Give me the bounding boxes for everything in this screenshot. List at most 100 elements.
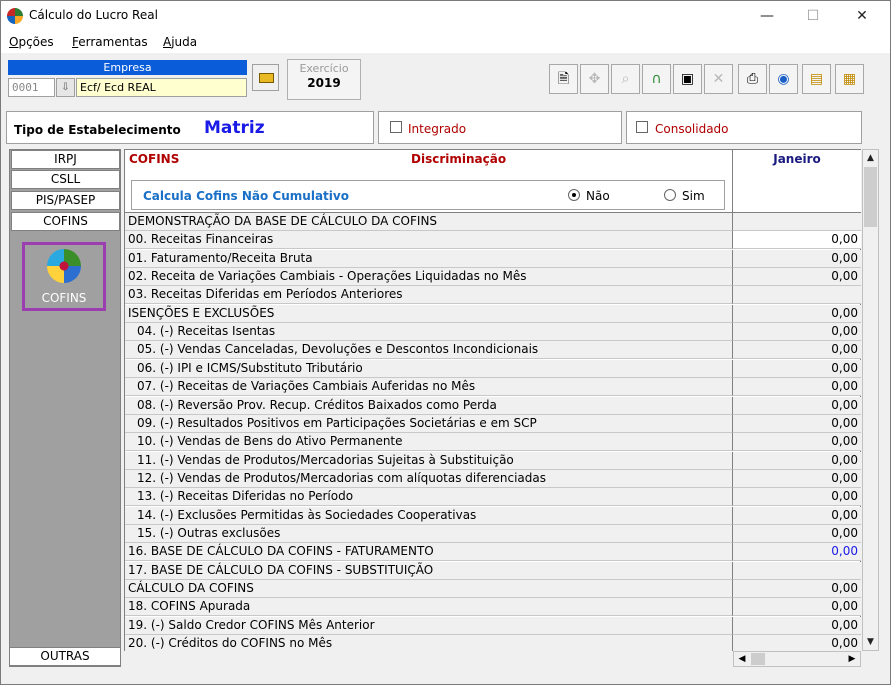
- row-value-janeiro[interactable]: 0,00: [732, 543, 861, 562]
- vertical-scroll-thumb[interactable]: [864, 167, 877, 227]
- title-bar: Cálculo do Lucro Real — ☐ ✕: [1, 1, 890, 31]
- settings-button[interactable]: ✥: [580, 64, 609, 94]
- table-row: 04. (-) Receitas Isentas 0,00: [125, 323, 861, 342]
- row-value-janeiro[interactable]: 0,00: [732, 341, 861, 360]
- row-label: DEMONSTRAÇÃO DA BASE DE CÁLCULO DA COFIN…: [125, 213, 732, 231]
- row-value-janeiro[interactable]: 0,00: [732, 359, 861, 378]
- empresa-lookup-button[interactable]: ⇩: [56, 78, 75, 97]
- table-row: 16. BASE DE CÁLCULO DA COFINS - FATURAME…: [125, 543, 861, 562]
- menu-bar: Opções Ferramentas Ajuda: [1, 31, 890, 53]
- consolidado-checkbox[interactable]: [636, 121, 648, 133]
- open-folder-button[interactable]: [252, 64, 279, 91]
- row-label: 14. (-) Exclusões Permitidas às Sociedad…: [125, 506, 732, 525]
- row-value-janeiro[interactable]: 0,00: [732, 378, 861, 397]
- integrado-checkbox[interactable]: [390, 121, 402, 133]
- scroll-down-icon[interactable]: ▼: [863, 634, 878, 650]
- tab-outras[interactable]: OUTRAS: [9, 647, 121, 666]
- row-label: 12. (-) Vendas de Produtos/Mercadorias c…: [125, 469, 732, 488]
- exercicio-label: Exercício: [299, 62, 349, 75]
- row-label: 03. Receitas Diferidas em Períodos Anter…: [125, 286, 732, 305]
- horizontal-scrollbar[interactable]: ◀ ▶: [733, 651, 861, 667]
- export-button[interactable]: ◉: [769, 64, 798, 94]
- row-value-janeiro[interactable]: 0,00: [732, 451, 861, 470]
- row-value-janeiro[interactable]: 0,00: [732, 580, 861, 598]
- row-label: 05. (-) Vendas Canceladas, Devoluções e …: [125, 341, 732, 360]
- tab-pis-pasep[interactable]: PIS/PASEP: [11, 191, 120, 210]
- table-row: 05. (-) Vendas Canceladas, Devoluções e …: [125, 341, 861, 360]
- consolidado-label[interactable]: Consolidado: [655, 122, 729, 136]
- table-row: 02. Receita de Variações Cambiais - Oper…: [125, 268, 861, 287]
- table-row: DEMONSTRAÇÃO DA BASE DE CÁLCULO DA COFIN…: [125, 213, 861, 231]
- row-label: 02. Receita de Variações Cambiais - Oper…: [125, 268, 732, 287]
- cofins-side-button[interactable]: COFINS: [22, 242, 106, 311]
- radio-nao[interactable]: [568, 189, 580, 201]
- maximize-button[interactable]: ☐: [790, 1, 836, 31]
- row-value-janeiro[interactable]: [732, 561, 861, 580]
- globe-icon: [47, 249, 81, 283]
- table-row: 12. (-) Vendas de Produtos/Mercadorias c…: [125, 469, 861, 488]
- minimize-button[interactable]: —: [744, 1, 790, 31]
- table-row: 13. (-) Receitas Diferidas no Período 0,0…: [125, 488, 861, 507]
- tab-csll[interactable]: CSLL: [11, 170, 120, 189]
- empresa-header: Empresa: [8, 60, 247, 75]
- row-label: 18. COFINS Apurada: [125, 598, 732, 617]
- estabelecimento-panel: Tipo de Estabelecimento Matriz: [6, 111, 374, 144]
- exercicio-value[interactable]: 2019: [288, 76, 360, 90]
- radio-sim[interactable]: [664, 189, 676, 201]
- search-button[interactable]: ⌕: [611, 64, 640, 94]
- print-icon: ⎙: [746, 71, 759, 87]
- row-label: CÁLCULO DA COFINS: [125, 580, 732, 598]
- integrado-label[interactable]: Integrado: [408, 122, 466, 136]
- row-value-janeiro[interactable]: 0,00: [732, 506, 861, 525]
- row-value-janeiro[interactable]: 0,00: [732, 414, 861, 433]
- empresa-code-field[interactable]: 0001: [8, 78, 55, 97]
- lock-button[interactable]: ∩: [642, 64, 671, 94]
- print-button[interactable]: ⎙: [738, 64, 767, 94]
- report-icon: ▦: [842, 71, 857, 87]
- radio-sim-label[interactable]: Sim: [682, 189, 705, 203]
- row-value-janeiro[interactable]: 0,00: [732, 433, 861, 452]
- row-label: ISENÇÕES E EXCLUSÕES: [125, 304, 732, 323]
- scroll-left-icon[interactable]: ◀: [734, 652, 750, 666]
- row-value-janeiro[interactable]: 0,00: [732, 598, 861, 617]
- row-value-janeiro[interactable]: [732, 213, 861, 231]
- menu-ajuda[interactable]: Ajuda: [163, 35, 197, 49]
- close-button[interactable]: ✕: [839, 1, 885, 31]
- row-value-janeiro[interactable]: 0,00: [732, 469, 861, 488]
- save-icon: ▣: [680, 71, 695, 87]
- row-value-janeiro[interactable]: 0,00: [732, 396, 861, 415]
- table-row: 09. (-) Resultados Positivos em Particip…: [125, 414, 861, 433]
- save-button[interactable]: ▣: [673, 64, 702, 94]
- row-value-janeiro[interactable]: 0,00: [732, 304, 861, 323]
- grid-key-header: COFINS: [129, 152, 180, 166]
- empresa-name-field[interactable]: Ecf/ Ecd REAL: [76, 78, 247, 97]
- row-value-janeiro[interactable]: 0,00: [732, 231, 861, 250]
- delete-button[interactable]: ✕: [704, 64, 733, 94]
- row-value-janeiro[interactable]: 0,00: [732, 616, 861, 635]
- menu-ferramentas[interactable]: Ferramentas: [72, 35, 148, 49]
- row-value-janeiro[interactable]: [732, 286, 861, 305]
- horizontal-scroll-thumb[interactable]: [751, 653, 765, 665]
- row-value-janeiro[interactable]: 0,00: [732, 488, 861, 507]
- table-row: 15. (-) Outras exclusões 0,00: [125, 524, 861, 543]
- row-value-janeiro[interactable]: 0,00: [732, 635, 861, 651]
- delete-icon: ✕: [712, 71, 725, 87]
- report-button[interactable]: ▦: [835, 64, 864, 94]
- menu-opcoes[interactable]: Opções: [9, 35, 54, 49]
- row-label: 15. (-) Outras exclusões: [125, 524, 732, 543]
- scroll-up-icon[interactable]: ▲: [863, 150, 878, 166]
- month-header: Janeiro: [773, 152, 821, 166]
- column-header-janeiro: Janeiro: [732, 150, 861, 213]
- tab-irpj[interactable]: IRPJ: [11, 150, 120, 169]
- new-document-button[interactable]: 🗎: [549, 64, 578, 94]
- row-value-janeiro[interactable]: 0,00: [732, 323, 861, 342]
- vertical-scrollbar[interactable]: ▲ ▼: [862, 149, 879, 651]
- row-value-janeiro[interactable]: 0,00: [732, 249, 861, 268]
- row-value-janeiro[interactable]: 0,00: [732, 268, 861, 287]
- window-title: Cálculo do Lucro Real: [29, 8, 158, 22]
- scroll-right-icon[interactable]: ▶: [844, 652, 860, 666]
- radio-nao-label[interactable]: Não: [586, 189, 610, 203]
- tab-cofins[interactable]: COFINS: [11, 212, 120, 231]
- row-value-janeiro[interactable]: 0,00: [732, 524, 861, 543]
- folders-button[interactable]: ▤: [802, 64, 831, 94]
